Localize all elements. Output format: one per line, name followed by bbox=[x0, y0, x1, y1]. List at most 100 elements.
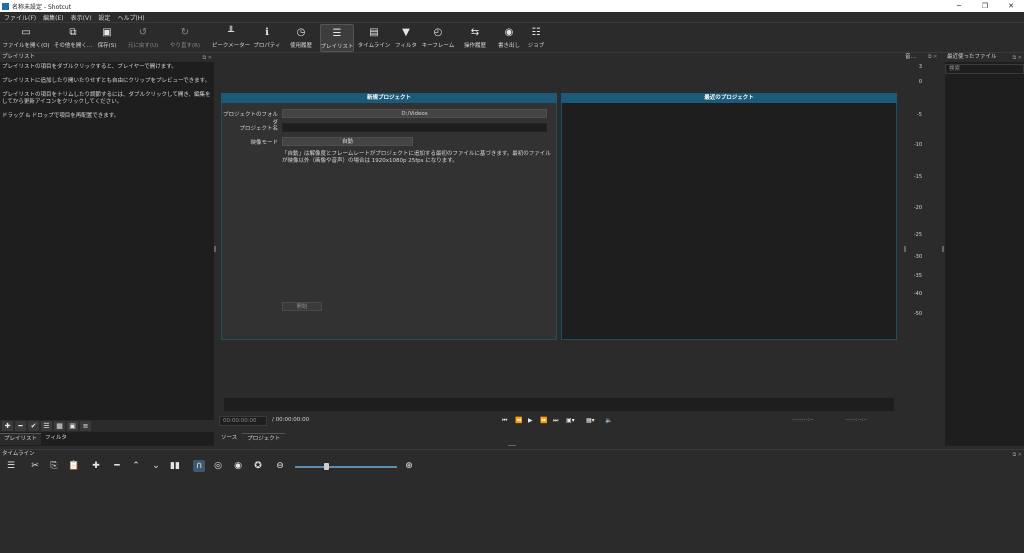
redo-button[interactable]: ↻ やり直す(R) bbox=[168, 24, 202, 52]
dock-buttons[interactable]: ⧉ ✕ bbox=[203, 54, 212, 63]
menu-icon[interactable]: ☰ bbox=[5, 460, 17, 472]
redo-icon: ↻ bbox=[180, 27, 190, 38]
remove-icon[interactable]: ━ bbox=[15, 421, 26, 431]
tiles-view-icon[interactable]: ▦ bbox=[54, 421, 65, 431]
folder-field[interactable]: D:/Videos bbox=[282, 109, 547, 118]
recent-files-panel bbox=[945, 53, 1024, 446]
grid-menu-icon[interactable]: ▦▾ bbox=[586, 417, 595, 424]
dock-buttons[interactable]: ⧉ ✕ bbox=[1013, 54, 1022, 63]
job-history-icon: ⇆ bbox=[470, 27, 480, 38]
tab-filters[interactable]: フィルタ bbox=[41, 433, 71, 444]
keyframe-button[interactable]: ◴ キーフレーム bbox=[421, 24, 455, 52]
play-icon[interactable]: ▶ bbox=[528, 417, 533, 424]
project-name-input[interactable] bbox=[282, 123, 547, 132]
close-button[interactable]: ✕ bbox=[998, 0, 1024, 12]
toolbar-label: 操作履歴 bbox=[463, 43, 486, 49]
splitter-handle[interactable] bbox=[508, 445, 516, 446]
toolbar-label: 使用履歴 bbox=[289, 43, 312, 49]
in-point: --:--:--:-- bbox=[792, 417, 814, 423]
dock-buttons[interactable]: ⧉ ✕ bbox=[928, 54, 937, 60]
split-icon[interactable]: ▮▮ bbox=[169, 460, 181, 472]
job-history-button[interactable]: ⇆ 操作履歴 bbox=[461, 24, 489, 52]
minimize-button[interactable]: ─ bbox=[946, 0, 972, 12]
rewind-icon[interactable]: ⏪ bbox=[515, 417, 522, 424]
append-icon[interactable]: ✚ bbox=[90, 460, 102, 472]
toolbar-label: ピークメーター bbox=[211, 43, 251, 49]
meter-tick: -5 bbox=[917, 112, 922, 118]
video-mode-note: 「自動」は解像度とフレームレートがプロジェクトに追加する最初のファイルに基づきま… bbox=[282, 151, 551, 164]
snap-icon[interactable]: ∩ bbox=[193, 460, 205, 472]
update-icon[interactable]: ✔ bbox=[28, 421, 39, 431]
timeline-button[interactable]: ▤ タイムライン bbox=[357, 24, 391, 52]
filter-button[interactable]: ▼ フィルタ bbox=[395, 24, 417, 52]
playlist-toolbar: ✚ ━ ✔ ☰ ▦ ▣ ≡ bbox=[0, 420, 214, 432]
tab-playlist[interactable]: プレイリスト bbox=[0, 432, 42, 445]
save-button[interactable]: ▣ 保存(S) bbox=[94, 24, 120, 52]
scrub-icon[interactable]: ◎ bbox=[212, 460, 224, 472]
details-view-icon[interactable]: ☰ bbox=[41, 421, 52, 431]
remove-icon[interactable]: ━ bbox=[111, 460, 123, 472]
cut-icon[interactable]: ✂ bbox=[29, 460, 41, 472]
volume-icon[interactable]: 🔈 bbox=[605, 417, 612, 424]
jobs-icon: ☷ bbox=[531, 27, 541, 38]
skip-next-icon[interactable]: ⏭ bbox=[553, 417, 558, 425]
tab-source[interactable]: ソース bbox=[216, 433, 242, 444]
recent-projects-title: 最近のプロジェクト bbox=[561, 93, 897, 103]
playlist-header: プレイリスト ⧉ ✕ bbox=[0, 53, 214, 62]
export-button[interactable]: ◉ 書き出し bbox=[496, 24, 522, 52]
filter-icon: ▼ bbox=[402, 27, 410, 38]
add-icon[interactable]: ✚ bbox=[2, 421, 13, 431]
properties-button[interactable]: ℹ プロパティ bbox=[253, 24, 280, 52]
menu-icon[interactable]: ≡ bbox=[80, 421, 91, 431]
total-duration: / 00:00:00:00 bbox=[272, 417, 310, 423]
meter-tick: -30 bbox=[913, 254, 922, 260]
maximize-button[interactable]: ❐ bbox=[972, 0, 998, 12]
menu-settings[interactable]: 設定 bbox=[98, 13, 110, 22]
menu-view[interactable]: 表示(V) bbox=[71, 13, 92, 22]
peak-meter-button[interactable]: ╨ ピークメーター bbox=[212, 24, 250, 52]
menu-file[interactable]: ファイル(F) bbox=[4, 13, 36, 22]
keyframe-icon: ◴ bbox=[433, 27, 443, 38]
toolbar-label: ファイルを開く(O) bbox=[2, 43, 50, 49]
zoom-slider-handle[interactable] bbox=[323, 463, 329, 470]
skip-previous-icon[interactable]: ⏮ bbox=[502, 417, 507, 425]
timeline-tracks[interactable] bbox=[0, 474, 1024, 553]
history-button[interactable]: ◷ 使用履歴 bbox=[287, 24, 315, 52]
zoom-menu-icon[interactable]: ▣▾ bbox=[566, 417, 575, 424]
splitter-handle[interactable] bbox=[942, 246, 944, 252]
menu-help[interactable]: ヘルプ(H) bbox=[117, 13, 144, 22]
toolbar-label: プレイリスト bbox=[320, 44, 354, 50]
start-button[interactable]: 開始 bbox=[282, 302, 322, 311]
save-icon: ▣ bbox=[102, 27, 112, 38]
scrub-bar[interactable] bbox=[224, 398, 894, 411]
zoom-in-icon[interactable]: ⊕ bbox=[403, 460, 415, 472]
copy-icon[interactable]: ⎘ bbox=[48, 460, 60, 472]
zoom-slider[interactable] bbox=[295, 466, 397, 468]
jobs-button[interactable]: ☷ ジョブ bbox=[527, 24, 545, 52]
window-title: 名称未設定 - Shotcut bbox=[12, 3, 72, 11]
undo-button[interactable]: ↺ 元に戻す(U) bbox=[128, 24, 158, 52]
recent-search-input[interactable]: 検索 bbox=[945, 64, 1024, 74]
tab-project[interactable]: プロジェクト bbox=[242, 433, 286, 444]
splitter-handle[interactable] bbox=[904, 246, 906, 252]
fast-forward-icon[interactable]: ⏩ bbox=[540, 417, 547, 424]
ripple-icon[interactable]: ◉ bbox=[232, 460, 244, 472]
playlist-title: プレイリスト bbox=[2, 54, 36, 60]
folder-open-button[interactable]: ▭ ファイルを開く(O) bbox=[2, 24, 50, 52]
meter-tick: -35 bbox=[913, 273, 922, 279]
lift-icon[interactable]: ⌃ bbox=[130, 460, 142, 472]
toolbar-label: やり直す(R) bbox=[169, 43, 201, 49]
playlist-button[interactable]: ☰ プレイリスト bbox=[320, 24, 354, 52]
video-mode-select[interactable]: 自動 bbox=[282, 137, 413, 146]
icons-view-icon[interactable]: ▣ bbox=[67, 421, 78, 431]
left-tabs: プレイリスト フィルタ bbox=[0, 432, 214, 445]
open-other-button[interactable]: ⧉ その他を開く... bbox=[54, 24, 92, 52]
zoom-out-icon[interactable]: ⊖ bbox=[274, 460, 286, 472]
properties-icon: ℹ bbox=[265, 27, 269, 38]
paste-icon[interactable]: 📋 bbox=[68, 460, 80, 472]
overwrite-icon[interactable]: ⌄ bbox=[150, 460, 162, 472]
menu-edit[interactable]: 編集(E) bbox=[43, 13, 63, 22]
menu-bar: ファイル(F) 編集(E) 表示(V) 設定 ヘルプ(H) bbox=[0, 12, 1024, 23]
timecode-input[interactable]: 00:00:00:00 bbox=[219, 416, 267, 426]
ripple-all-icon[interactable]: ✪ bbox=[252, 460, 264, 472]
